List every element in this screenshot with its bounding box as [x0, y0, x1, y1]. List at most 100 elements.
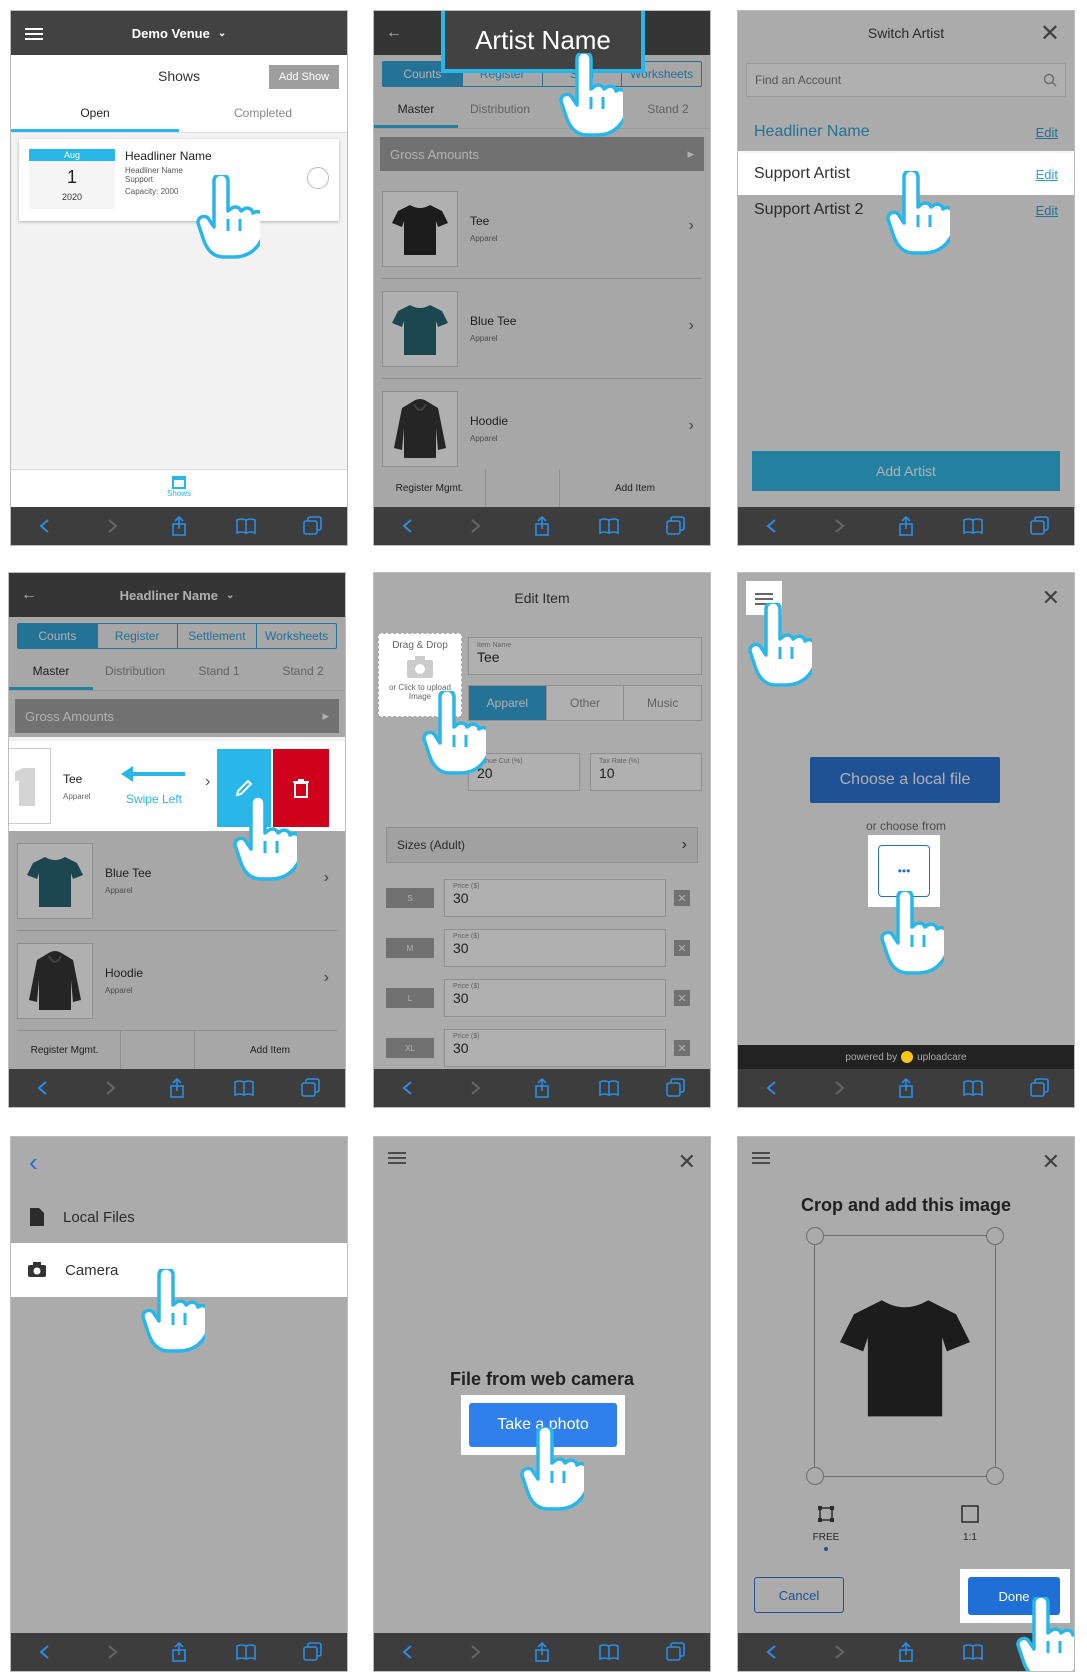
back-chevron-icon[interactable]: ‹ — [29, 1147, 38, 1178]
price-field[interactable]: Price ($) 30 — [444, 929, 666, 967]
cancel-button[interactable]: Cancel — [754, 1577, 844, 1613]
menu-icon[interactable] — [388, 1149, 406, 1167]
forward-icon[interactable] — [828, 1641, 850, 1663]
crop-handle[interactable] — [986, 1467, 1004, 1485]
venue-title[interactable]: Demo Venue — [132, 26, 210, 41]
tabs-icon[interactable] — [665, 1641, 687, 1663]
bookmarks-icon[interactable] — [962, 515, 984, 537]
share-icon[interactable] — [168, 515, 190, 537]
chevron-down-icon[interactable]: ⌄ — [218, 28, 226, 39]
crop-handle[interactable] — [986, 1227, 1004, 1245]
choose-local-file-button[interactable]: Choose a local file — [810, 757, 1000, 803]
remove-size-icon[interactable]: ✕ — [674, 1040, 690, 1056]
select-radio[interactable] — [307, 167, 329, 189]
price-field[interactable]: Price ($) 30 — [444, 979, 666, 1017]
share-icon[interactable] — [895, 515, 917, 537]
back-icon[interactable] — [761, 515, 783, 537]
edit-link[interactable]: Edit — [1036, 203, 1058, 218]
back-icon[interactable] — [34, 1641, 56, 1663]
list-item[interactable]: Blue Tee Apparel › — [382, 279, 702, 379]
artist-row[interactable]: Headliner Name Edit — [738, 111, 1074, 153]
bookmarks-icon[interactable] — [962, 1641, 984, 1663]
tabs-icon[interactable] — [665, 515, 687, 537]
type-music[interactable]: Music — [623, 686, 702, 720]
list-item[interactable]: Hoodie Apparel › — [382, 379, 702, 479]
bookmarks-icon[interactable] — [598, 515, 620, 537]
forward-icon[interactable] — [101, 1641, 123, 1663]
forward-icon[interactable] — [828, 1077, 850, 1099]
forward-icon[interactable] — [464, 1077, 486, 1099]
seg-worksheets[interactable]: Worksheets — [257, 624, 336, 648]
bookmarks-icon[interactable] — [233, 1077, 255, 1099]
crop-handle[interactable] — [806, 1227, 824, 1245]
crop-option-free[interactable]: FREE — [806, 1505, 846, 1551]
share-icon[interactable] — [531, 1077, 553, 1099]
share-icon[interactable] — [895, 1641, 917, 1663]
list-item[interactable]: Hoodie Apparel › — [17, 931, 337, 1031]
gross-amounts-row[interactable]: Gross Amounts ▸ — [380, 137, 704, 171]
bookmarks-icon[interactable] — [962, 1077, 984, 1099]
calendar-icon[interactable] — [172, 476, 186, 489]
back-icon[interactable] — [761, 1077, 783, 1099]
back-icon[interactable] — [32, 1077, 54, 1099]
item-name-field[interactable]: Item Name Tee — [468, 637, 702, 675]
add-item-button[interactable]: Add Item — [195, 1031, 345, 1069]
search-input[interactable] — [755, 73, 1043, 87]
bookmarks-icon[interactable] — [598, 1077, 620, 1099]
gross-amounts-row[interactable]: Gross Amounts ▸ — [15, 699, 339, 733]
add-show-button[interactable]: Add Show — [269, 65, 339, 89]
nav-shows-label[interactable]: Shows — [11, 489, 347, 498]
remove-size-icon[interactable]: ✕ — [674, 890, 690, 906]
remove-size-icon[interactable]: ✕ — [674, 940, 690, 956]
tabs-icon[interactable] — [300, 1077, 322, 1099]
bookmarks-icon[interactable] — [235, 1641, 257, 1663]
add-item-button[interactable]: Add Item — [560, 469, 710, 507]
forward-icon[interactable] — [464, 515, 486, 537]
close-icon[interactable]: ✕ — [1042, 585, 1060, 611]
bookmarks-icon[interactable] — [598, 1641, 620, 1663]
remove-size-icon[interactable]: ✕ — [674, 990, 690, 1006]
back-icon[interactable] — [397, 515, 419, 537]
tabs-icon[interactable] — [302, 1641, 324, 1663]
price-field[interactable]: Price ($) 30 — [444, 879, 666, 917]
tab-distribution[interactable]: Distribution — [93, 655, 177, 690]
back-arrow-icon[interactable]: ← — [21, 586, 37, 604]
bookmarks-icon[interactable] — [235, 515, 257, 537]
seg-settlement[interactable]: Settlement — [178, 624, 258, 648]
share-icon[interactable] — [531, 515, 553, 537]
crop-option-square[interactable]: 1:1 — [950, 1505, 990, 1543]
share-icon[interactable] — [168, 1641, 190, 1663]
tab-master[interactable]: Master — [374, 93, 458, 128]
tab-master[interactable]: Master — [9, 655, 93, 690]
more-sources-button[interactable]: ••• — [878, 845, 930, 897]
chevron-down-icon[interactable]: ⌄ — [226, 590, 234, 601]
tax-rate-field[interactable]: Tax Rate (%) 10 — [590, 753, 702, 791]
list-item[interactable]: Tee Apparel › — [382, 179, 702, 279]
sizes-header[interactable]: Sizes (Adult) › — [386, 827, 698, 863]
menu-icon[interactable] — [752, 1149, 770, 1167]
forward-icon[interactable] — [464, 1641, 486, 1663]
crop-frame[interactable] — [806, 1227, 1004, 1485]
forward-icon[interactable] — [101, 515, 123, 537]
show-card[interactable]: Aug 1 2020 Headliner Name Headliner Name… — [19, 139, 339, 221]
tabs-icon[interactable] — [302, 515, 324, 537]
share-icon[interactable] — [531, 1641, 553, 1663]
back-arrow-icon[interactable]: ← — [386, 24, 402, 42]
close-icon[interactable]: ✕ — [678, 1149, 696, 1175]
edit-link[interactable]: Edit — [1036, 125, 1058, 140]
price-field[interactable]: Price ($) 30 — [444, 1029, 666, 1067]
tab-stand-2[interactable]: Stand 2 — [626, 93, 710, 128]
tab-open[interactable]: Open — [11, 97, 179, 132]
tab-completed[interactable]: Completed — [179, 97, 347, 132]
tabs-icon[interactable] — [1029, 515, 1051, 537]
back-icon[interactable] — [34, 515, 56, 537]
register-mgmt-button[interactable]: Register Mgmt. — [9, 1031, 121, 1069]
add-artist-button[interactable]: Add Artist — [752, 451, 1060, 491]
register-mgmt-button[interactable]: Register Mgmt. — [374, 469, 486, 507]
source-item[interactable]: Local Files — [11, 1191, 347, 1243]
seg-counts[interactable]: Counts — [18, 624, 98, 648]
artist-title[interactable]: Headliner Name — [120, 588, 218, 603]
seg-register[interactable]: Register — [98, 624, 178, 648]
type-other[interactable]: Other — [545, 686, 624, 720]
close-icon[interactable]: ✕ — [1040, 19, 1060, 48]
